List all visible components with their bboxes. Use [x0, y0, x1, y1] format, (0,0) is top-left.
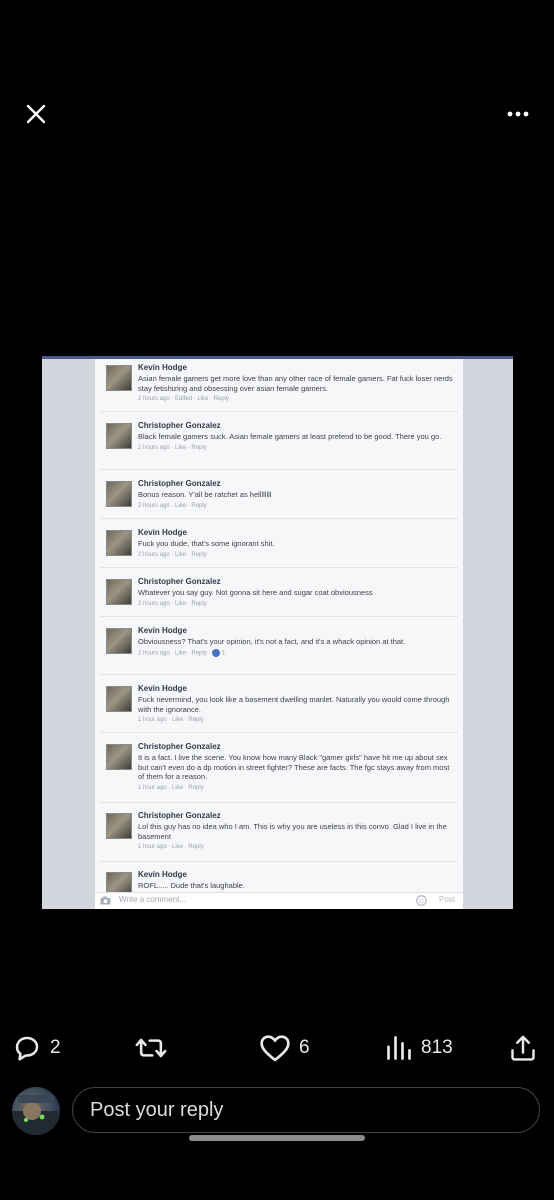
comment-meta: 2 hours ago · Like · Reply [138, 551, 207, 558]
like-button[interactable]: 6 [259, 1030, 310, 1066]
comment-meta: 1 hour ago · Like · Reply [138, 717, 204, 723]
divider [100, 861, 458, 862]
comment-meta: 2 hours ago · Like · Reply [138, 444, 207, 451]
comment-meta: 1 hour ago · Like · Reply [138, 784, 204, 791]
post-comment-label: Post [438, 895, 455, 904]
comment-text: Fuck you dude, that's some ignorant shit… [138, 539, 275, 548]
comment-author: Kevin Hodge [138, 870, 187, 879]
like-count: 1 [222, 650, 226, 657]
comment-meta: 2 hours ago · Like · Reply [138, 502, 207, 509]
comment-meta: 2 hours ago · Like · Reply · 1 [138, 648, 456, 659]
divider [100, 674, 458, 675]
image-right-gutter [463, 359, 513, 909]
reply-placeholder: Post your reply [90, 1098, 224, 1121]
like-icon [260, 1035, 290, 1062]
image-left-gutter [42, 359, 95, 909]
divider [100, 518, 458, 519]
avatar [106, 813, 132, 839]
divider [100, 411, 458, 412]
reply-button[interactable]: 2 [12, 1030, 61, 1066]
more-options-button[interactable] [500, 96, 536, 132]
comment-author: Kevin Hodge [138, 528, 187, 537]
comment-author: Christopher Gonzalez [138, 742, 221, 751]
repost-button[interactable] [135, 1030, 167, 1066]
avatar [106, 628, 132, 654]
comment-text: Black female gamers suck. Asian female g… [138, 432, 442, 441]
comment-meta: 2 hours ago · Like · Reply [138, 600, 207, 607]
comment-text: ROFL..... Dude that's laughable. [138, 881, 245, 890]
divider [100, 732, 458, 733]
avatar [106, 530, 132, 556]
camera-icon [100, 896, 111, 905]
divider [100, 802, 458, 803]
comment-text: Obviousness? That's your opinion, it's n… [138, 637, 406, 646]
comment-author: Kevin Hodge [138, 363, 187, 372]
reply-input[interactable]: Post your reply [72, 1087, 540, 1133]
avatar [106, 365, 132, 391]
action-bar: 2 6 813 [0, 1030, 554, 1066]
comment-text: Lol this guy has no idea who I am. This … [138, 822, 447, 841]
repost-icon [135, 1038, 167, 1058]
user-avatar[interactable] [12, 1087, 60, 1135]
comment-text: Fuck nevermind, you look like a basement… [138, 695, 450, 714]
close-icon [26, 104, 46, 124]
comment-text: Whatever you say guy. Not gonna sit here… [138, 588, 373, 597]
comment-meta: 1 hour ago · Like · Reply [138, 844, 204, 850]
write-comment-input: Write a comment... [119, 895, 186, 904]
comment-author: Kevin Hodge [138, 626, 187, 635]
like-count: 6 [299, 1037, 310, 1058]
comment-text: It is a fact. I live the scene. You know… [138, 753, 450, 781]
share-icon [511, 1035, 535, 1061]
reply-icon [15, 1036, 39, 1061]
avatar [106, 481, 132, 507]
comment-author: Kevin Hodge [138, 684, 187, 693]
comment-author: Christopher Gonzalez [138, 421, 221, 430]
views-button[interactable]: 813 [385, 1030, 453, 1066]
media-image[interactable]: Kevin Hodge Asian female gamers get more… [42, 356, 513, 909]
divider [100, 567, 458, 568]
divider [100, 616, 458, 617]
avatar [106, 579, 132, 605]
comment-meta-text: 2 hours ago · Like · Reply · [138, 650, 211, 657]
smiley-icon [416, 895, 427, 906]
like-badge-icon [212, 648, 221, 657]
comment-author: Christopher Gonzalez [138, 479, 221, 488]
comment-author: Christopher Gonzalez [138, 811, 221, 820]
comment-meta: 2 hours ago · Edited · Like · Reply [138, 396, 230, 402]
avatar-image [12, 1095, 60, 1135]
avatar [106, 686, 132, 712]
avatar [106, 423, 132, 449]
reply-count: 2 [50, 1037, 61, 1058]
comment-text: Asian female gamers get more love than a… [138, 374, 453, 393]
views-icon [387, 1036, 411, 1060]
more-icon [507, 111, 529, 117]
comment-text: Bonus reason. Y'all be ratchet as hellll… [138, 490, 272, 499]
share-button[interactable] [509, 1030, 537, 1066]
comment-author: Christopher Gonzalez [138, 577, 221, 586]
write-comment-row: Write a comment... Post [95, 892, 463, 909]
home-indicator[interactable] [189, 1135, 365, 1141]
close-button[interactable] [18, 96, 54, 132]
view-count: 813 [421, 1037, 453, 1058]
avatar [106, 744, 132, 770]
divider [100, 469, 458, 470]
